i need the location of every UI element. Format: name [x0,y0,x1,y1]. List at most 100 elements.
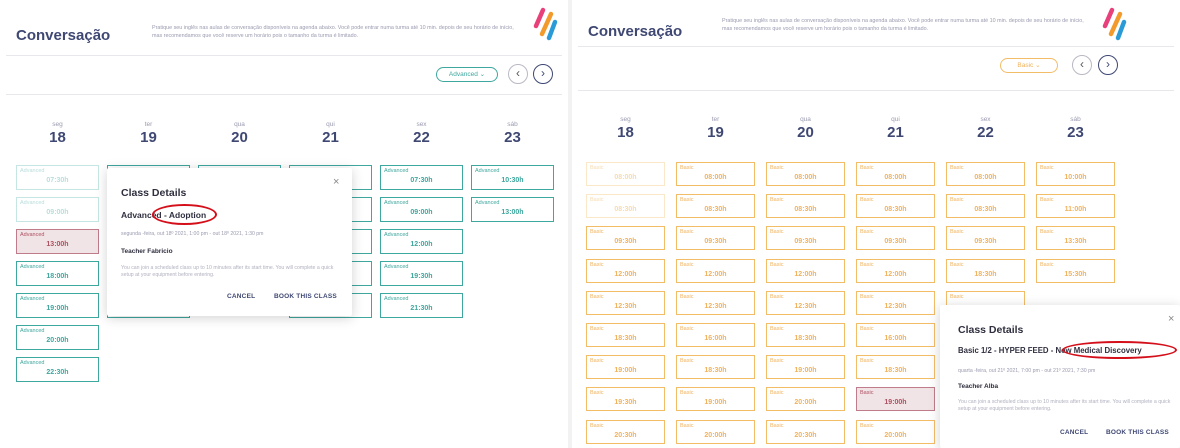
class-slot[interactable]: Basic 11:00h [1036,194,1115,219]
class-slot[interactable]: Basic 20:00h [856,419,935,444]
class-slot[interactable]: Basic 16:00h [676,323,755,347]
class-slot[interactable]: Basic 08:30h [766,194,845,219]
slot-level: Basic [590,261,604,268]
class-slot[interactable]: Basic 19:30h [586,387,665,412]
slot-level: Basic [950,165,964,171]
prev-week-button[interactable]: ‹ [1072,55,1092,75]
class-slot[interactable]: Basic 09:30h [766,226,845,251]
close-icon[interactable]: × [1168,313,1174,325]
class-slot[interactable]: Basic 18:30h [766,323,845,347]
class-slot[interactable]: Basic 20:30h [766,419,845,444]
day-header: qua 20 [776,116,836,141]
class-slot[interactable]: Basic 18:30h [586,323,665,347]
class-slot[interactable]: Advanced 07:30h [380,165,463,190]
class-slot[interactable]: Advanced 12:00h [380,229,463,254]
book-class-button[interactable]: BOOK THIS CLASS [1106,429,1169,436]
class-slot[interactable]: Basic 12:30h [766,290,845,315]
class-slot[interactable]: Basic 16:00h [856,323,935,347]
slot-level: Basic [770,326,784,332]
class-slot[interactable]: Basic 13:30h [1036,226,1115,251]
slot-time: 12:00h [614,270,637,278]
slot-time: 08:00h [884,174,907,181]
class-slot[interactable]: Basic 19:00h [856,387,935,412]
class-slot[interactable]: Basic 08:30h [946,194,1025,219]
next-week-button[interactable]: › [1098,55,1118,75]
slot-level: Basic [680,358,694,365]
class-slot[interactable]: Basic 12:30h [856,290,935,315]
class-slot[interactable]: Basic 09:30h [856,226,935,251]
day-name: sex [980,116,991,123]
prev-week-button[interactable]: ‹ [508,64,528,84]
class-slot[interactable]: Basic 19:00h [766,355,845,380]
class-slot[interactable]: Basic 08:00h [676,162,755,186]
class-slot[interactable]: Advanced 13:00h [16,229,99,254]
join-note: You can join a scheduled class up to 10 … [958,399,1171,412]
slot-level: Basic [590,422,604,429]
level-select-value: Advanced [448,71,478,78]
day-header: sex 22 [956,116,1016,141]
slot-level: Basic [590,293,604,300]
class-slot[interactable]: Advanced 09:00h [380,197,463,222]
class-slot[interactable]: Advanced20:00h [16,325,99,350]
slot-level: Basic [860,422,874,429]
level-select[interactable]: Advanced ⌄ [436,67,498,82]
close-icon[interactable]: × [333,176,339,188]
class-slot[interactable]: Basic 20:00h [676,419,755,444]
slot-level: Basic [950,197,964,204]
class-slot[interactable]: Advanced22:30h [16,357,99,382]
class-slot[interactable]: Basic 08:00h [946,162,1025,186]
class-slot[interactable]: Basic 10:00h [1036,162,1115,186]
class-slot[interactable]: Basic 08:00h [766,162,845,186]
header-divider [6,55,562,56]
slot-time: 20:00h [704,431,727,439]
class-slot[interactable]: Advanced 21:30h [380,293,463,318]
slot-level: Basic [1040,197,1054,204]
slot-time: 20:00h [884,431,907,439]
class-slot[interactable]: Basic 12:00h [856,258,935,283]
class-slot[interactable]: Basic 19:00h [586,355,665,380]
class-slot[interactable]: Basic 08:30h [676,194,755,219]
class-slot[interactable]: Basic 08:00h [586,162,665,186]
class-slot[interactable]: Basic 15:30h [1036,258,1115,283]
next-week-button[interactable]: › [533,64,553,84]
teacher-name: Teacher Fabricio [121,248,173,255]
class-slot[interactable]: Advanced 19:00h [16,293,99,318]
class-slot[interactable]: Basic 09:30h [946,226,1025,251]
slot-time: 12:00h [410,241,433,248]
class-slot[interactable]: Basic 08:30h [586,194,665,219]
class-slot[interactable]: Advanced19:30h [380,261,463,286]
day-header: qui 21 [301,121,361,146]
slot-time: 08:00h [974,174,997,181]
class-slot[interactable]: Basic 18:30h [946,258,1025,283]
slot-level: Basic [860,358,874,365]
day-name: sáb [507,121,518,128]
header-divider [578,46,1174,47]
class-slot[interactable]: Basic 18:30h [676,355,755,380]
class-slot[interactable]: Basic 12:30h [676,290,755,315]
day-number: 21 [887,124,904,141]
slot-level: Basic [680,197,694,204]
class-slot[interactable]: Basic 20:30h [586,419,665,444]
class-slot[interactable]: Basic 08:00h [856,162,935,186]
class-slot[interactable]: Basic 12:00h [676,258,755,283]
class-slot[interactable]: Basic 08:30h [856,194,935,219]
book-class-button[interactable]: BOOK THIS CLASS [274,293,337,300]
class-slot[interactable]: Basic 18:30h [856,355,935,380]
cancel-button[interactable]: CANCEL [1060,429,1088,436]
class-slot[interactable]: Basic 12:30h [586,290,665,315]
class-slot[interactable]: Basic 09:30h [586,226,665,251]
class-slot[interactable]: Advanced 10:30h [471,165,554,190]
class-slot[interactable]: Basic 12:00h [586,258,665,283]
slot-level: Basic [590,197,604,204]
class-slot[interactable]: Basic 12:00h [766,258,845,283]
cancel-button[interactable]: CANCEL [227,293,255,300]
class-slot[interactable]: Basic 19:00h [676,387,755,412]
level-select[interactable]: Basic ⌄ [1000,58,1058,73]
class-slot[interactable]: Advanced 18:00h [16,261,99,286]
class-slot[interactable]: Basic 20:00h [766,387,845,412]
slot-time: 12:00h [704,270,727,278]
class-slot[interactable]: Advanced 13:00h [471,197,554,222]
class-slot[interactable]: Advanced 07:30h [16,165,99,190]
class-slot[interactable]: Basic 09:30h [676,226,755,251]
class-slot[interactable]: Advanced 09:00h [16,197,99,222]
